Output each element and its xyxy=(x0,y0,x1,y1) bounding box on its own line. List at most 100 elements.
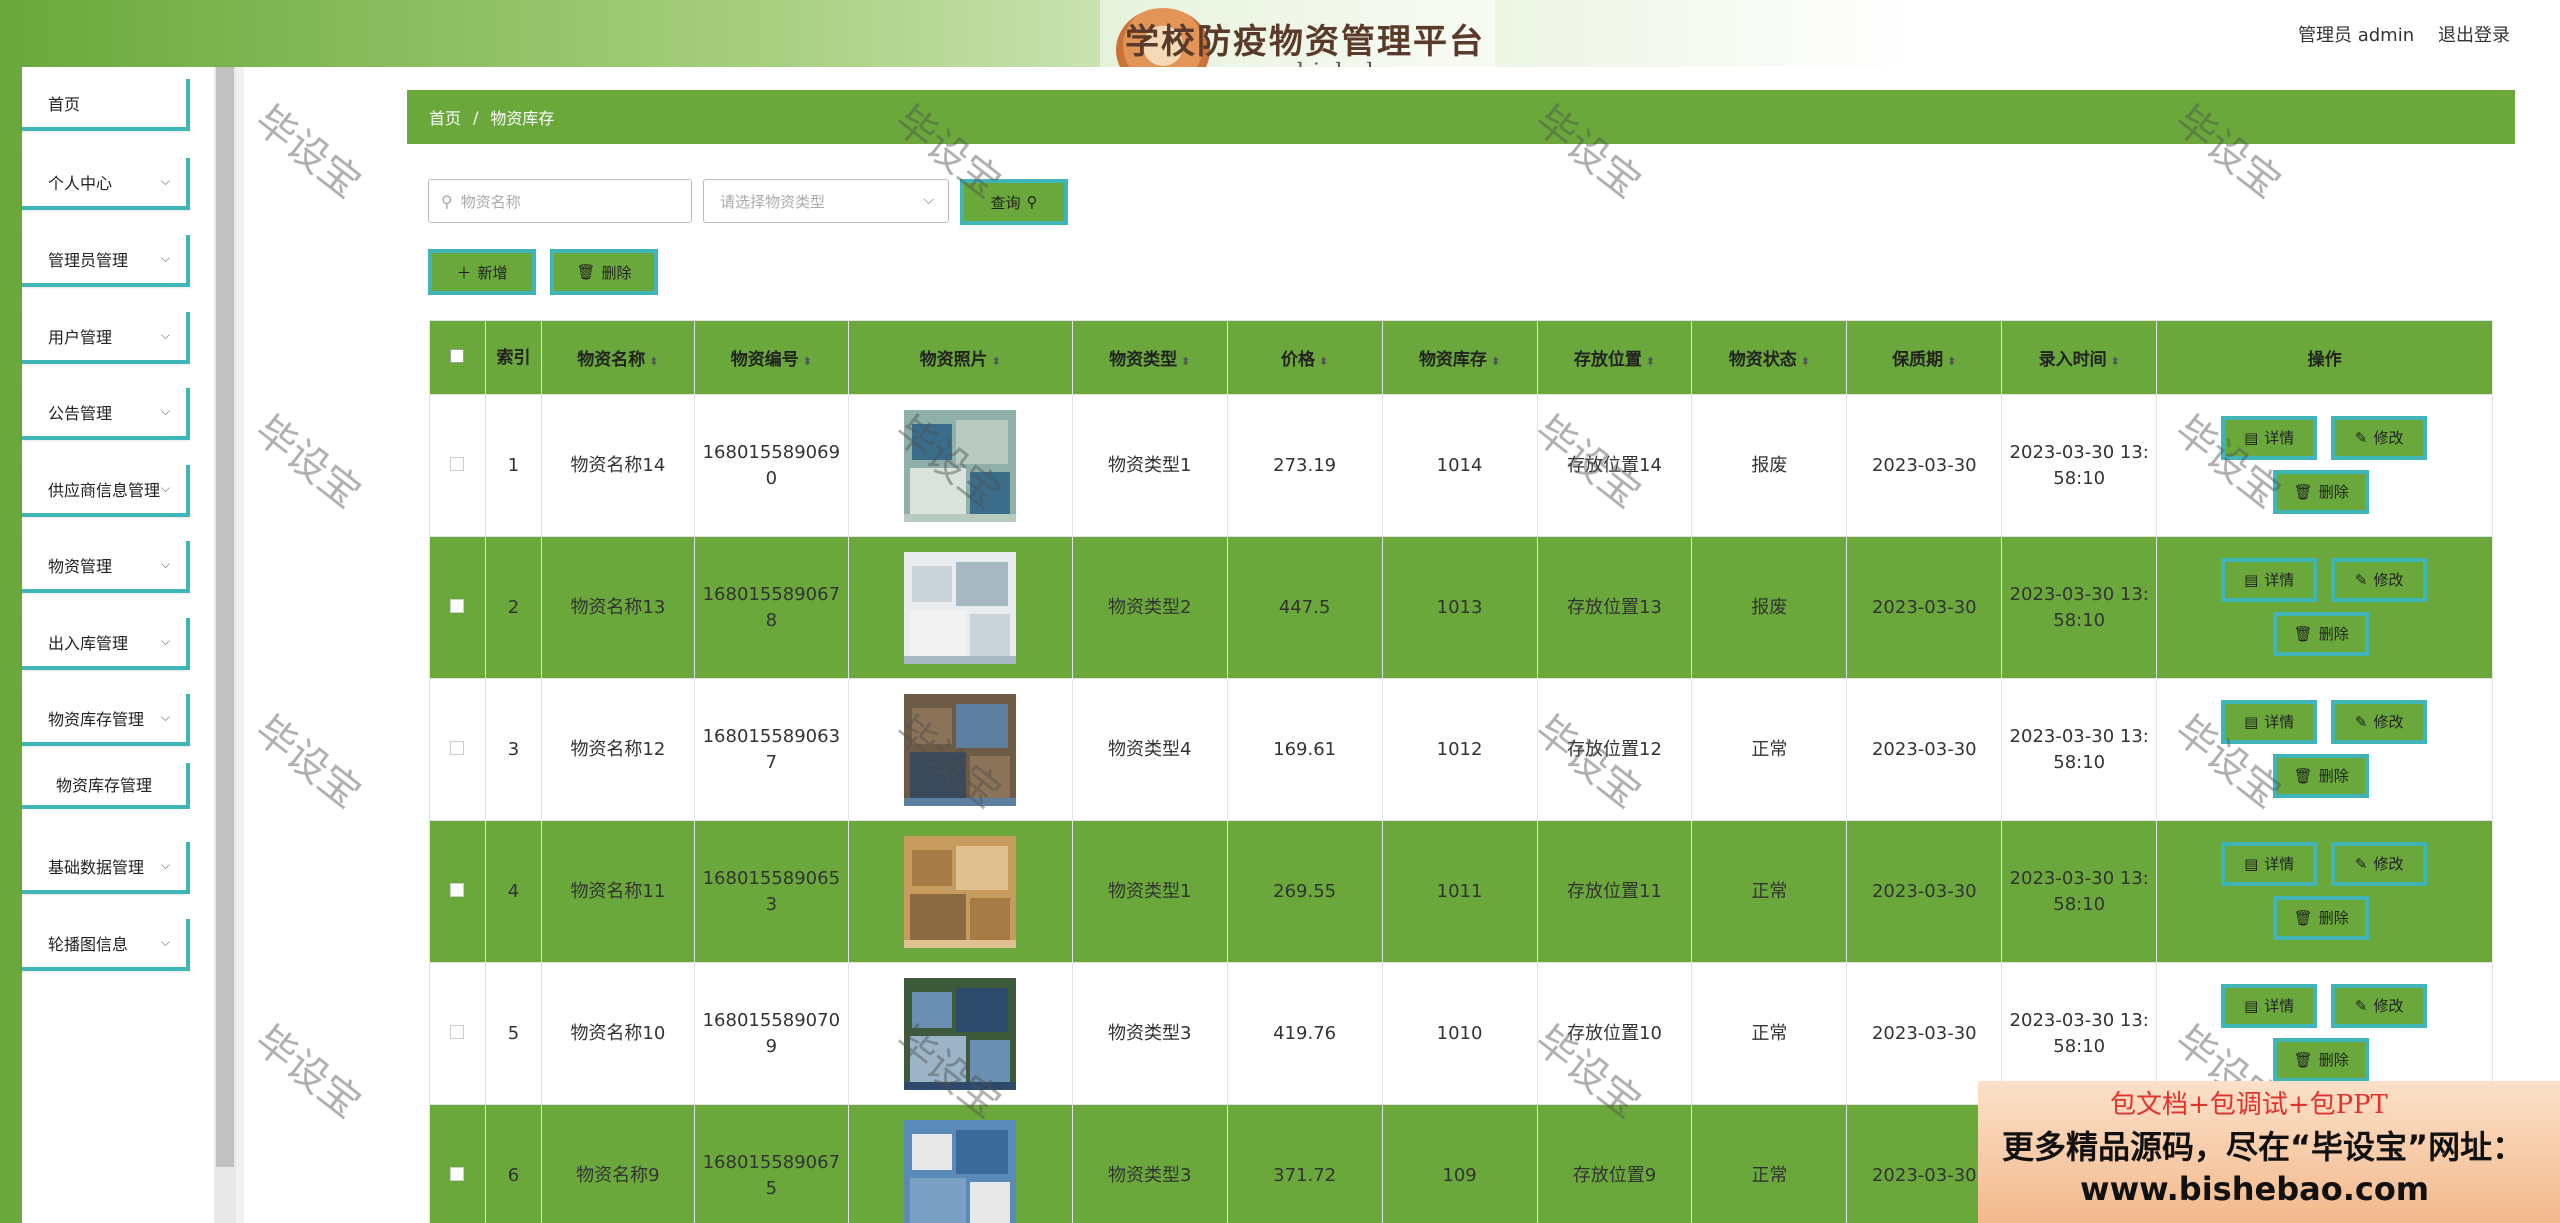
cell-name: 物资名称12 xyxy=(540,678,695,821)
cell-price: 447.5 xyxy=(1226,536,1383,679)
cell-shelf-life: 2023-03-30 xyxy=(1846,678,2003,821)
pencil-icon: ✎ xyxy=(2354,996,2368,1015)
sidebar-item-base-data[interactable]: 基础数据管理 ⌵ xyxy=(22,842,190,894)
sidebar-item-suppliers[interactable]: 供应商信息管理 ⌵ xyxy=(22,465,190,517)
breadcrumb-current: 物资库存 xyxy=(490,109,555,128)
col-stock[interactable]: 物资库存 ⬍ xyxy=(1381,320,1538,395)
row-checkbox[interactable] xyxy=(450,740,465,755)
material-photo[interactable] xyxy=(904,409,1017,522)
select-all-cell[interactable] xyxy=(429,320,486,395)
row-select-cell[interactable] xyxy=(429,536,486,679)
cell-name: 物资名称14 xyxy=(540,394,695,537)
row-checkbox[interactable] xyxy=(450,1024,465,1039)
material-type-select[interactable]: 请选择物资类型 ⌵ xyxy=(703,179,949,223)
add-label: 新增 xyxy=(477,263,508,282)
col-entry-time[interactable]: 录入时间 ⬍ xyxy=(2001,320,2158,395)
sidebar-scrollbar[interactable]: ▼ xyxy=(214,67,236,1223)
detail-button[interactable]: ▤详情 xyxy=(2221,415,2318,460)
detail-button[interactable]: ▤详情 xyxy=(2221,841,2318,886)
row-select-cell[interactable] xyxy=(429,962,486,1105)
cell-photo xyxy=(847,536,1073,679)
sidebar-item-materials[interactable]: 物资管理 ⌵ xyxy=(22,541,190,593)
sidebar-item-home[interactable]: 首页 xyxy=(22,79,190,131)
trash-icon: 🗑 xyxy=(2293,624,2313,643)
sidebar-item-users[interactable]: 用户管理 ⌵ xyxy=(22,312,190,364)
sidebar-item-notices[interactable]: 公告管理 ⌵ xyxy=(22,388,190,440)
material-photo[interactable] xyxy=(904,551,1017,664)
pencil-icon: ✎ xyxy=(2354,712,2368,731)
search-icon: ⚲ xyxy=(441,191,453,211)
cell-shelf-life: 2023-03-30 xyxy=(1846,820,2003,963)
delete-button[interactable]: 🗑删除 xyxy=(2273,1037,2370,1082)
logout-link[interactable]: 退出登录 xyxy=(2438,21,2510,47)
detail-button[interactable]: ▤详情 xyxy=(2221,983,2318,1028)
cell-stock: 1011 xyxy=(1381,820,1538,963)
edit-button[interactable]: ✎修改 xyxy=(2331,841,2428,886)
sidebar-item-inventory[interactable]: 物资库存管理 ⌵ xyxy=(22,694,190,746)
cell-index: 5 xyxy=(484,962,542,1105)
trash-icon: 🗑 xyxy=(2293,908,2313,927)
scrollbar-thumb[interactable] xyxy=(216,67,234,1167)
sidebar-item-carousel[interactable]: 轮播图信息 ⌵ xyxy=(22,919,190,971)
row-select-cell[interactable] xyxy=(429,678,486,821)
row-select-cell[interactable] xyxy=(429,394,486,537)
detail-button[interactable]: ▤详情 xyxy=(2221,557,2318,602)
row-checkbox[interactable] xyxy=(450,1166,465,1181)
col-price[interactable]: 价格 ⬍ xyxy=(1226,320,1383,395)
material-photo[interactable] xyxy=(904,835,1017,948)
material-photo[interactable] xyxy=(904,977,1017,1090)
cell-price: 273.19 xyxy=(1226,394,1383,537)
row-checkbox[interactable] xyxy=(450,598,465,613)
table-row[interactable]: 2 物资名称13 168015589067 8 物资类型2 447.5 1013 … xyxy=(429,536,2493,679)
row-checkbox[interactable] xyxy=(450,882,465,897)
sidebar-subitem-inventory-manage[interactable]: 物资库存管理 xyxy=(22,763,190,809)
bulk-delete-button[interactable]: 🗑 删除 xyxy=(550,249,658,295)
cell-status: 正常 xyxy=(1691,1104,1848,1223)
edit-button[interactable]: ✎修改 xyxy=(2331,983,2428,1028)
cell-stock: 1014 xyxy=(1381,394,1538,537)
pencil-icon: ✎ xyxy=(2354,570,2368,589)
row-checkbox[interactable] xyxy=(450,456,465,471)
col-status[interactable]: 物资状态 ⬍ xyxy=(1691,320,1848,395)
delete-button[interactable]: 🗑删除 xyxy=(2273,753,2370,798)
sort-icon: ⬍ xyxy=(1800,355,1810,368)
col-actions: 操作 xyxy=(2156,320,2493,395)
material-name-search-input[interactable]: ⚲ 物资名称 xyxy=(428,179,692,223)
sidebar-item-admins[interactable]: 管理员管理 ⌵ xyxy=(22,235,190,287)
cell-status: 正常 xyxy=(1691,962,1848,1105)
chevron-down-icon: ⌵ xyxy=(923,192,934,208)
query-button[interactable]: 查询 ⚲ xyxy=(960,179,1068,225)
col-shelf-life[interactable]: 保质期 ⬍ xyxy=(1846,320,2003,395)
col-photo[interactable]: 物资照片 ⬍ xyxy=(847,320,1073,395)
col-type[interactable]: 物资类型 ⬍ xyxy=(1071,320,1228,395)
breadcrumb-home[interactable]: 首页 xyxy=(429,105,461,129)
select-all-checkbox[interactable] xyxy=(450,348,465,363)
delete-button[interactable]: 🗑删除 xyxy=(2273,611,2370,656)
sidebar-item-label: 个人中心 xyxy=(48,174,113,193)
row-select-cell[interactable] xyxy=(429,1104,486,1223)
sidebar-item-label: 物资管理 xyxy=(48,557,113,576)
material-photo[interactable] xyxy=(904,693,1017,806)
detail-button[interactable]: ▤详情 xyxy=(2221,699,2318,744)
material-photo[interactable] xyxy=(904,1119,1017,1223)
cell-actions: ▤详情 ✎修改 🗑删除 xyxy=(2156,820,2493,963)
delete-button[interactable]: 🗑删除 xyxy=(2273,895,2370,940)
add-button[interactable]: ＋ 新增 xyxy=(428,249,536,295)
table-row[interactable]: 3 物资名称12 168015589063 7 物资类型4 169.61 1012… xyxy=(429,678,2493,821)
edit-button[interactable]: ✎修改 xyxy=(2331,415,2428,460)
sidebar-item-profile[interactable]: 个人中心 ⌵ xyxy=(22,158,190,210)
query-label: 查询 xyxy=(990,193,1021,212)
col-location[interactable]: 存放位置 ⬍ xyxy=(1536,320,1693,395)
sidebar-item-inout[interactable]: 出入库管理 ⌵ xyxy=(22,618,190,670)
edit-button[interactable]: ✎修改 xyxy=(2331,557,2428,602)
col-code[interactable]: 物资编号 ⬍ xyxy=(693,320,849,395)
cell-photo xyxy=(847,1104,1073,1223)
cell-name: 物资名称11 xyxy=(540,820,695,963)
col-name[interactable]: 物资名称 ⬍ xyxy=(540,320,695,395)
table-row[interactable]: 1 物资名称14 168015589069 0 物资类型1 273.19 1014… xyxy=(429,394,2493,537)
delete-button[interactable]: 🗑删除 xyxy=(2273,469,2370,514)
cell-entry-time: 2023-03-30 13: 58:10 xyxy=(2001,678,2158,821)
edit-button[interactable]: ✎修改 xyxy=(2331,699,2428,744)
row-select-cell[interactable] xyxy=(429,820,486,963)
table-row[interactable]: 4 物资名称11 168015589065 3 物资类型1 269.55 1011… xyxy=(429,820,2493,963)
